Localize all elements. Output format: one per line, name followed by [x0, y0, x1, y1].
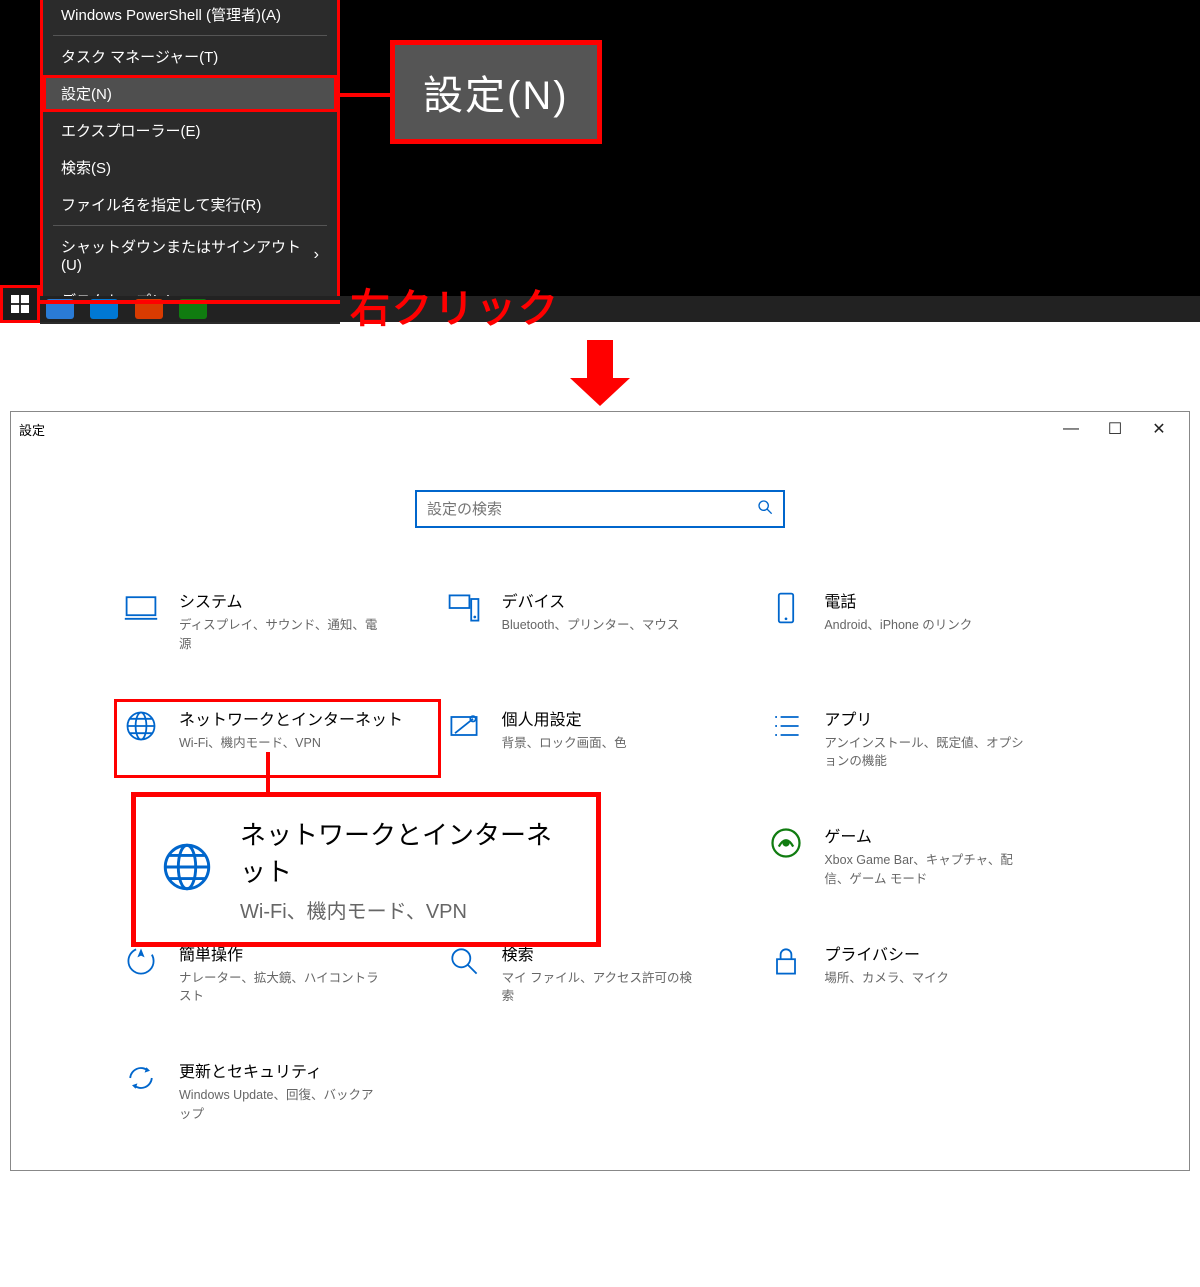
cat-title: 個人用設定 [502, 706, 627, 730]
winx-context-menu: Windows PowerShell (管理者)(A) タスク マネージャー(T… [40, 0, 340, 324]
cat-subtitle: Windows Update、回復、バックアップ [179, 1086, 379, 1124]
ctx-item-settings[interactable]: 設定(N) [43, 75, 337, 112]
settings-category-personalization[interactable]: 個人用設定背景、ロック画面、色 [444, 706, 757, 772]
ctx-item-task-manager[interactable]: タスク マネージャー(T) [43, 38, 337, 75]
search-input[interactable] [427, 501, 747, 518]
settings-category-system[interactable]: システムディスプレイ、サウンド、通知、電源 [121, 588, 434, 654]
ctx-item-explorer[interactable]: エクスプローラー(E) [43, 112, 337, 149]
cat-title: 電話 [824, 588, 972, 612]
cat-subtitle: ナレーター、拡大鏡、ハイコントラスト [179, 969, 379, 1007]
settings-category-privacy[interactable]: プライバシー場所、カメラ、マイク [766, 941, 1079, 1007]
minimize-button[interactable]: ― [1049, 420, 1093, 438]
cat-title: プライバシー [824, 941, 949, 965]
close-button[interactable]: ✕ [1137, 419, 1181, 439]
cat-subtitle: 場所、カメラ、マイク [824, 969, 949, 988]
annotation-callout-settings: 設定(N) [390, 40, 602, 144]
settings-category-ease-of-access[interactable]: 簡単操作ナレーター、拡大鏡、ハイコントラスト [121, 941, 434, 1007]
annotation-connector [40, 300, 340, 304]
devices-icon [444, 588, 484, 628]
settings-category-gaming[interactable]: ゲーム Xbox Game Bar、キャプチャ、配信、ゲーム モード [766, 823, 1079, 889]
ctx-label: Windows PowerShell (管理者)(A) [61, 4, 281, 25]
cat-title: ゲーム [824, 823, 1024, 847]
annotation-arrow [0, 322, 1200, 395]
cat-title: デバイス [502, 588, 680, 612]
settings-category-phone[interactable]: 電話 Android、iPhone のリンク [766, 588, 1079, 654]
ctx-item-shutdown[interactable]: シャットダウンまたはサインアウト(U)› [43, 228, 337, 282]
cat-title: 更新とセキュリティ [179, 1058, 379, 1082]
settings-category-devices[interactable]: デバイス Bluetooth、プリンター、マウス [444, 588, 757, 654]
ctx-label: 検索(S) [61, 157, 111, 178]
lock-icon [766, 941, 806, 981]
cat-subtitle: Xbox Game Bar、キャプチャ、配信、ゲーム モード [824, 851, 1024, 889]
ctx-divider [53, 35, 327, 36]
ctx-label: 設定(N) [61, 83, 112, 104]
ctx-item-search[interactable]: 検索(S) [43, 149, 337, 186]
start-button[interactable] [0, 285, 40, 323]
arrow-down-icon [587, 340, 613, 380]
ctx-item-run[interactable]: ファイル名を指定して実行(R) [43, 186, 337, 223]
ctx-label: タスク マネージャー(T) [61, 46, 218, 67]
cat-subtitle: Android、iPhone のリンク [824, 616, 972, 635]
annotation-connector [266, 752, 270, 794]
ctx-label: エクスプローラー(E) [61, 120, 201, 141]
annotation-callout-network: ネットワークとインターネット Wi-Fi、機内モード、VPN [131, 792, 601, 947]
cat-subtitle: ディスプレイ、サウンド、通知、電源 [179, 616, 379, 654]
titlebar: 設定 ― ☐ ✕ [11, 412, 1189, 446]
cat-title: ネットワークとインターネット [179, 706, 403, 730]
chevron-right-icon: › [314, 246, 319, 264]
cat-subtitle: 背景、ロック画面、色 [502, 734, 627, 753]
settings-category-apps[interactable]: アプリアンインストール、既定値、オプションの機能 [766, 706, 1079, 772]
system-icon [121, 588, 161, 628]
ctx-label: ファイル名を指定して実行(R) [61, 194, 261, 215]
annotation-connector [340, 93, 390, 97]
update-icon [121, 1058, 161, 1098]
cat-subtitle: マイ ファイル、アクセス許可の検索 [502, 969, 702, 1007]
settings-search[interactable] [415, 490, 785, 528]
cat-subtitle: Wi-Fi、機内モード、VPN [179, 734, 379, 753]
cat-subtitle: Bluetooth、プリンター、マウス [502, 616, 680, 635]
settings-category-network[interactable]: ネットワークとインターネット Wi-Fi、機内モード、VPN [114, 699, 441, 779]
desktop-background: Windows PowerShell (管理者)(A) タスク マネージャー(T… [0, 0, 1200, 322]
ctx-item-powershell-admin[interactable]: Windows PowerShell (管理者)(A) [43, 0, 337, 33]
personalization-icon [444, 706, 484, 746]
settings-category-search[interactable]: 検索マイ ファイル、アクセス許可の検索 [444, 941, 757, 1007]
window-title: 設定 [19, 420, 45, 439]
cat-subtitle: アンインストール、既定値、オプションの機能 [824, 734, 1024, 772]
apps-icon [766, 706, 806, 746]
gaming-icon [766, 823, 806, 863]
globe-icon [121, 706, 161, 746]
globe-icon [158, 838, 216, 901]
windows-logo-icon [11, 295, 29, 313]
maximize-button[interactable]: ☐ [1093, 419, 1137, 439]
callout-title: ネットワークとインターネット [240, 815, 574, 889]
settings-window: 設定 ― ☐ ✕ システムディスプレイ、サウンド、通知、電源 デバイス Bluet… [10, 411, 1190, 1171]
search-icon [757, 499, 773, 519]
phone-icon [766, 588, 806, 628]
settings-category-update[interactable]: 更新とセキュリティ Windows Update、回復、バックアップ [121, 1058, 434, 1124]
annotation-right-click-label: 右クリック [350, 276, 560, 334]
callout-subtitle: Wi-Fi、機内モード、VPN [240, 895, 574, 924]
cat-title: システム [179, 588, 379, 612]
ctx-label: シャットダウンまたはサインアウト(U) [61, 236, 314, 274]
ctx-divider [53, 225, 327, 226]
cat-title: アプリ [824, 706, 1024, 730]
